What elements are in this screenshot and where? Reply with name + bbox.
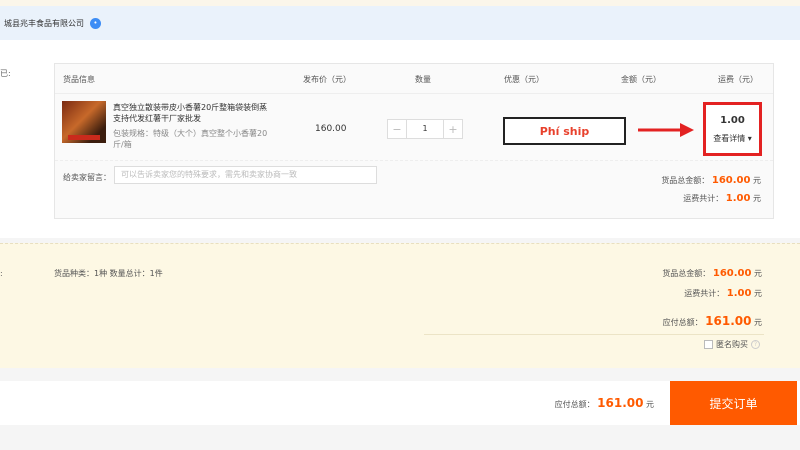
anonymous-checkbox[interactable] xyxy=(704,340,713,349)
summary-goods-total: 货品总金额： 160.00 元 xyxy=(662,268,762,279)
goods-side-label: 已: xyxy=(0,69,11,78)
col-freight: 运费（元） xyxy=(718,75,758,84)
anonymous-purchase: 匿名购买 ? xyxy=(704,339,760,350)
col-discount: 优惠（元） xyxy=(504,75,544,84)
card-goods-total-unit: 元 xyxy=(753,176,761,185)
col-goods-info: 货品信息 xyxy=(63,75,95,84)
summary-payable-value: 161.00 xyxy=(705,314,752,328)
submit-order-button[interactable]: 提交订单 xyxy=(670,381,797,425)
footer-total: 应付总额： 161.00 元 xyxy=(555,396,654,410)
card-freight-value: 1.00 xyxy=(725,193,751,204)
summary-freight-value: 1.00 xyxy=(726,288,752,299)
goods-table-header: 货品信息 发布价（元） 数量 优惠（元） 金额（元） 运费（元） xyxy=(55,64,773,92)
summary-goods-total-unit: 元 xyxy=(754,269,762,278)
footer-total-unit: 元 xyxy=(646,400,654,409)
message-label: 给卖家留言： xyxy=(63,173,111,182)
card-goods-total-value: 160.00 xyxy=(711,175,751,186)
col-quantity: 数量 xyxy=(415,75,431,84)
col-amount: 金额（元） xyxy=(621,75,661,84)
quantity-input[interactable]: 1 xyxy=(406,120,444,138)
submit-bar: 应付总额： 161.00 元 提交订单 xyxy=(0,381,800,425)
thumbnail-badge xyxy=(68,135,100,140)
product-spec: 包装规格：特级（大个）真空整个小香薯20斤/箱 xyxy=(113,129,268,149)
footer-total-label: 应付总额： xyxy=(554,400,595,409)
footer-total-value: 161.00 xyxy=(597,396,644,410)
summary-goods-total-value: 160.00 xyxy=(712,268,752,279)
help-icon[interactable]: ? xyxy=(751,340,760,349)
ship-fee-annotation: Phí ship xyxy=(503,117,626,145)
product-title-link[interactable]: 真空独立散装带皮小香薯20斤整箱袋装倒蒸支持代发红薯干厂家批发 xyxy=(113,102,273,124)
card-goods-total-label: 货品总金额： xyxy=(661,176,710,185)
quantity-increase-button[interactable]: + xyxy=(444,120,462,138)
summary-freight-label: 运费共计： xyxy=(684,289,725,298)
seller-name[interactable]: 城县兆丰食品有限公司 xyxy=(4,18,84,29)
goods-kinds-count: 货品种类：1种 数量总计：1件 xyxy=(54,269,163,278)
product-thumbnail[interactable] xyxy=(62,101,106,143)
col-price: 发布价（元） xyxy=(303,75,351,84)
message-row: 给卖家留言： 可以告诉卖家您的特殊要求，需先和卖家协商一致 货品总金额： 160… xyxy=(55,160,773,218)
card-freight-unit: 元 xyxy=(753,194,761,203)
freight-value: 1.00 xyxy=(720,115,745,126)
freight-highlight-box: 1.00 查看详情 ▾ xyxy=(703,102,762,156)
goods-table: 货品信息 发布价（元） 数量 优惠（元） 金额（元） 运费（元） 真空独立散装带… xyxy=(54,63,774,219)
freight-detail-toggle[interactable]: 查看详情 ▾ xyxy=(706,133,759,144)
summary-freight-total: 运费共计： 1.00 元 xyxy=(684,288,762,299)
summary-freight-unit: 元 xyxy=(754,289,762,298)
seller-bar: 城县兆丰食品有限公司 • xyxy=(0,6,800,40)
annotation-arrow-icon xyxy=(638,123,694,137)
chat-bubble-icon[interactable]: • xyxy=(90,17,101,29)
summary-payable-label: 应付总额： xyxy=(662,318,703,327)
summary-payable-unit: 元 xyxy=(754,318,762,327)
seller-message-input[interactable]: 可以告诉卖家您的特殊要求，需先和卖家协商一致 xyxy=(114,166,377,184)
quantity-decrease-button[interactable]: − xyxy=(388,120,406,138)
summary-side-label: : xyxy=(0,269,3,278)
anonymous-label[interactable]: 匿名购买 xyxy=(716,339,748,350)
unit-price: 160.00 xyxy=(315,124,347,134)
card-goods-total: 货品总金额： 160.00 元 xyxy=(661,175,761,186)
card-freight-label: 运费共计： xyxy=(683,194,724,203)
summary-divider xyxy=(424,334,764,335)
quantity-stepper: − 1 + xyxy=(387,119,463,139)
chevron-down-icon: ▾ xyxy=(747,134,752,143)
card-freight-total: 运费共计： 1.00 元 xyxy=(683,193,761,204)
freight-detail-label: 查看详情 xyxy=(713,134,746,143)
summary-payable-total: 应付总额： 161.00 元 xyxy=(663,314,762,328)
order-summary-card: : 货品种类：1种 数量总计：1件 货品总金额： 160.00 元 运费共计： … xyxy=(0,243,800,368)
summary-goods-total-label: 货品总金额： xyxy=(662,269,711,278)
